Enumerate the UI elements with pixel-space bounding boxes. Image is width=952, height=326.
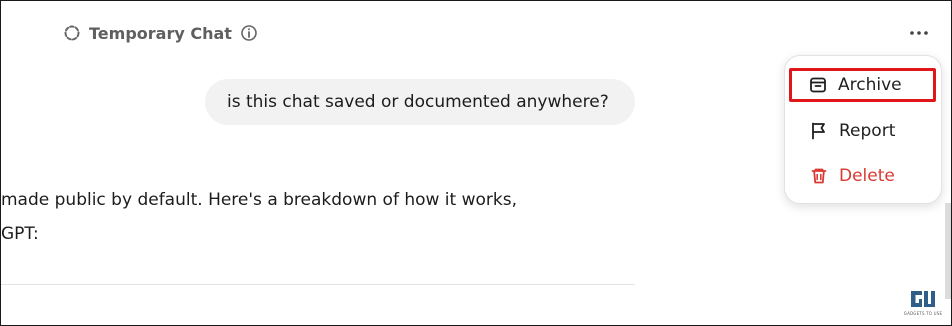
scrollbar-thumb[interactable] (945, 203, 951, 299)
assistant-message-line: GPT: (1, 224, 39, 244)
options-dropdown-menu: Archive Report Delete (784, 55, 942, 204)
more-options-button[interactable] (905, 19, 933, 47)
assistant-message: made public by default. Here's a breakdo… (1, 183, 621, 251)
report-menu-item[interactable]: Report (791, 114, 935, 148)
gadgets-to-use-watermark: GADGETS TO USE (903, 285, 943, 319)
assistant-message-line: made public by default. Here's a breakdo… (1, 190, 518, 210)
trash-icon (809, 166, 829, 186)
temporary-chat-title: Temporary Chat (89, 23, 232, 43)
watermark-text: GADGETS TO USE (903, 311, 943, 316)
user-message-text: is this chat saved or documented anywher… (227, 92, 609, 112)
more-options-icon (909, 30, 929, 36)
archive-menu-item[interactable]: Archive (789, 68, 936, 102)
archive-label: Archive (838, 75, 902, 95)
delete-label: Delete (839, 166, 895, 186)
report-label: Report (839, 121, 896, 141)
info-icon[interactable] (240, 24, 258, 42)
user-message: is this chat saved or documented anywher… (205, 79, 635, 125)
watermark-logo-icon (911, 291, 935, 307)
chat-header: Temporary Chat (63, 19, 258, 47)
screenshot-frame: Temporary Chat is this chat saved or doc… (0, 0, 952, 326)
temporary-chat-icon (63, 24, 81, 42)
content-divider (1, 284, 635, 285)
delete-menu-item[interactable]: Delete (791, 159, 935, 193)
flag-icon (809, 121, 829, 141)
archive-icon (808, 75, 828, 95)
